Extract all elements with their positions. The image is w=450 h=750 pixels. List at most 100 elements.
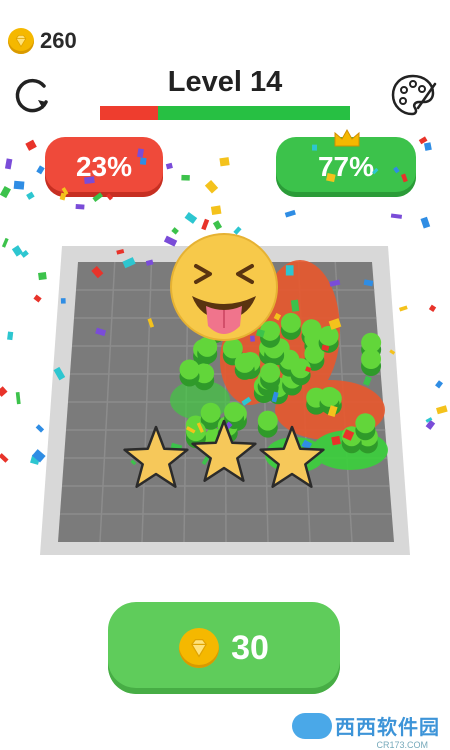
crowd-member: [193, 339, 214, 360]
confetti-piece: [75, 204, 85, 210]
crowd-member: [301, 319, 322, 340]
coin-counter: 260: [8, 28, 77, 54]
confetti-piece: [95, 327, 107, 337]
crowd-member: [222, 338, 243, 359]
confetti-piece: [424, 142, 432, 151]
crowd-member: [361, 332, 382, 353]
skins-palette-button[interactable]: [388, 70, 438, 120]
crown-icon: [334, 128, 360, 147]
crowd-member: [268, 377, 289, 398]
confetti-piece: [250, 335, 256, 342]
confetti-piece: [0, 185, 11, 199]
watermark-icon: [292, 712, 332, 739]
crowd-shadow: [341, 433, 362, 454]
crowd-shadow: [222, 345, 243, 366]
crowd-member: [269, 338, 290, 359]
grid-line: [141, 261, 153, 543]
crowd-member: [185, 421, 206, 442]
confetti-piece: [184, 211, 198, 224]
crowd-shadow: [355, 420, 376, 441]
confetti-piece: [11, 245, 23, 257]
confetti-piece: [201, 218, 210, 231]
crowd-shadow: [217, 423, 238, 444]
crowd-member: [240, 352, 261, 373]
confetti-piece: [201, 454, 211, 466]
confetti-piece: [91, 265, 104, 279]
confetti-piece: [425, 419, 436, 430]
crowd-shadow: [258, 377, 279, 398]
crowd-member: [280, 312, 301, 333]
confetti-piece: [363, 279, 374, 287]
crowd-shadow: [301, 326, 322, 347]
laughing-emoji-icon: [170, 233, 278, 341]
confetti-piece: [4, 158, 13, 170]
crowd-member: [304, 328, 325, 349]
grid-line: [261, 261, 269, 543]
board-wall: [40, 246, 410, 555]
confetti-piece: [390, 213, 403, 219]
confetti-piece: [389, 349, 396, 355]
confetti-piece: [60, 298, 66, 304]
confetti-piece: [216, 248, 225, 258]
crowd-shadow: [185, 428, 206, 449]
crowd-member: [260, 320, 281, 341]
crowd-shadow: [194, 370, 215, 391]
confetti-piece: [241, 396, 252, 406]
crowd-member: [226, 403, 247, 424]
confetti-piece: [222, 421, 233, 433]
crowd-member: [321, 388, 342, 409]
crowd-member: [234, 352, 255, 373]
board-floor: [58, 262, 394, 542]
confetti-piece: [197, 261, 206, 270]
confetti-piece: [35, 424, 45, 433]
crowd-shadow: [204, 435, 225, 456]
confetti-piece: [130, 459, 137, 466]
green-percent-label: 77%: [317, 151, 375, 182]
crowd-member: [318, 325, 339, 346]
crowd-member: [304, 343, 325, 364]
confetti-piece: [420, 216, 431, 229]
confetti-piece: [7, 331, 14, 341]
confetti-piece: [305, 366, 312, 373]
confetti-piece: [15, 391, 21, 405]
watermark-logo: 西西软件园: [292, 711, 440, 740]
crowd-shadow: [257, 376, 278, 397]
confetti-piece: [233, 226, 242, 235]
crowd-member: [253, 376, 274, 397]
star-icon: [123, 425, 189, 488]
claim-reward-button[interactable]: 30: [108, 602, 340, 694]
star-icon: [259, 425, 325, 488]
confetti-piece: [285, 265, 294, 276]
result-stars: [123, 419, 325, 488]
confetti-piece: [171, 296, 182, 304]
crowd-shadow: [253, 383, 274, 404]
confetti-piece: [436, 405, 448, 415]
confetti-piece: [1, 237, 9, 248]
crowd-shadow: [290, 365, 311, 386]
confetti-piece: [255, 328, 265, 338]
crowd-member: [224, 401, 245, 422]
crowd-member: [259, 337, 280, 358]
crowd-shadow: [260, 369, 281, 390]
confetti-piece: [186, 426, 196, 434]
confetti-piece: [290, 299, 300, 312]
crowd-shadow: [200, 409, 221, 430]
grid-line: [334, 261, 353, 543]
confetti-piece: [329, 279, 341, 287]
confetti-piece: [273, 312, 282, 321]
crowd-member: [279, 349, 300, 370]
confetti-piece: [194, 261, 203, 269]
coin-count: 260: [40, 28, 77, 53]
coin-icon: [8, 28, 34, 54]
confetti-piece: [301, 439, 313, 450]
grid-line: [297, 261, 311, 543]
confetti-piece: [25, 139, 37, 151]
crowd-member: [264, 338, 285, 359]
confetti-piece: [116, 249, 125, 255]
confetti-piece: [26, 191, 35, 200]
crowd-shadow: [264, 345, 285, 366]
reward-coin-icon: [179, 628, 220, 668]
crowd-member: [357, 426, 378, 447]
red-percent-label: 23%: [75, 151, 133, 182]
crowd-member: [355, 413, 376, 434]
